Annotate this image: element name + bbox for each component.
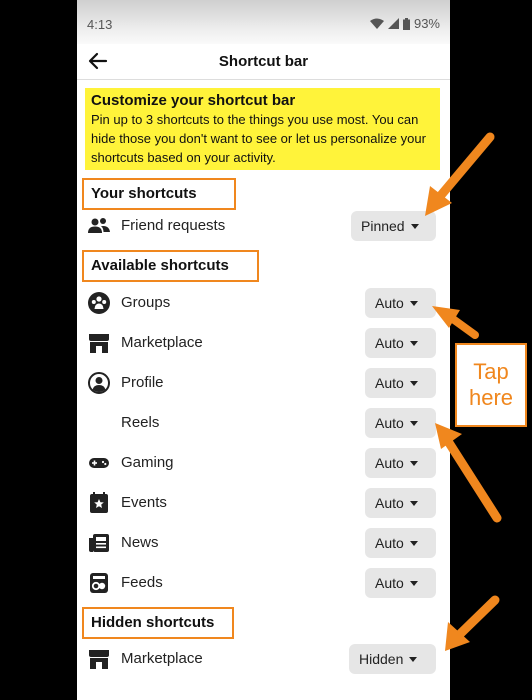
battery-icon bbox=[402, 17, 410, 30]
caret-down-icon bbox=[410, 223, 419, 229]
dropdown-value: Auto bbox=[375, 295, 404, 311]
caret-down-icon bbox=[409, 420, 418, 426]
news-icon bbox=[89, 534, 109, 552]
caret-down-icon bbox=[409, 540, 418, 546]
shortcut-state-dropdown[interactable]: Auto bbox=[365, 288, 436, 318]
shortcut-state-dropdown[interactable]: Auto bbox=[365, 328, 436, 358]
shortcut-row-marketplace: Marketplace Auto bbox=[77, 323, 450, 363]
shortcut-state-dropdown[interactable]: Pinned bbox=[351, 211, 436, 241]
shortcut-row-events: Events Auto bbox=[77, 483, 450, 523]
shortcut-row-gaming: Gaming Auto bbox=[77, 443, 450, 483]
shortcut-row-profile: Profile Auto bbox=[77, 363, 450, 403]
dropdown-value: Pinned bbox=[361, 218, 405, 234]
shortcut-label: News bbox=[121, 534, 159, 551]
dropdown-value: Auto bbox=[375, 415, 404, 431]
tap-here-callout: Tap here bbox=[455, 343, 527, 427]
dropdown-value: Auto bbox=[375, 375, 404, 391]
status-bar: 4:13 93% bbox=[77, 0, 450, 44]
status-time: 4:13 bbox=[87, 17, 113, 32]
shortcut-state-dropdown[interactable]: Auto bbox=[365, 368, 436, 398]
banner-title: Customize your shortcut bar bbox=[91, 92, 296, 109]
caret-down-icon bbox=[409, 460, 418, 466]
shortcut-state-dropdown[interactable]: Auto bbox=[365, 488, 436, 518]
shortcut-row-news: News Auto bbox=[77, 523, 450, 563]
info-banner: Customize your shortcut bar Pin up to 3 … bbox=[85, 88, 440, 170]
gaming-icon bbox=[89, 458, 109, 468]
shortcut-label: Profile bbox=[121, 374, 164, 391]
feeds-icon bbox=[90, 573, 108, 593]
shortcut-state-dropdown[interactable]: Auto bbox=[365, 568, 436, 598]
dropdown-value: Auto bbox=[375, 495, 404, 511]
shortcut-row-reels: Reels Auto bbox=[77, 403, 450, 443]
profile-icon bbox=[88, 372, 110, 394]
dropdown-value: Auto bbox=[375, 455, 404, 471]
friends-icon bbox=[88, 218, 110, 233]
events-icon bbox=[90, 492, 108, 513]
groups-icon bbox=[88, 292, 110, 314]
caret-down-icon bbox=[409, 500, 418, 506]
dropdown-value: Auto bbox=[375, 575, 404, 591]
banner-body: Pin up to 3 shortcuts to the things you … bbox=[91, 112, 426, 165]
caret-down-icon bbox=[409, 300, 418, 306]
shortcut-row-groups: Groups Auto bbox=[77, 283, 450, 323]
marketplace-icon bbox=[89, 650, 109, 669]
arrow-to-hidden bbox=[445, 595, 500, 651]
shortcut-label: Events bbox=[121, 494, 167, 511]
shortcut-state-dropdown[interactable]: Hidden bbox=[349, 644, 436, 674]
page-title: Shortcut bar bbox=[218, 53, 309, 70]
shortcut-row-friend-requests: Friend requests Pinned bbox=[77, 206, 450, 246]
wifi-icon bbox=[369, 18, 384, 29]
caret-down-icon bbox=[409, 580, 418, 586]
section-hidden-shortcuts: Hidden shortcuts bbox=[82, 607, 234, 639]
shortcut-label: Marketplace bbox=[121, 334, 203, 351]
callout-line-1: Tap bbox=[473, 359, 509, 384]
app-header: Shortcut bar bbox=[77, 44, 450, 80]
caret-down-icon bbox=[409, 340, 418, 346]
shortcut-state-dropdown[interactable]: Auto bbox=[365, 408, 436, 438]
shortcut-label: Marketplace bbox=[121, 650, 203, 667]
dropdown-value: Auto bbox=[375, 335, 404, 351]
section-available-shortcuts: Available shortcuts bbox=[82, 250, 259, 282]
shortcut-label: Feeds bbox=[121, 574, 163, 591]
shortcut-label: Friend requests bbox=[121, 217, 226, 234]
shortcut-label: Gaming bbox=[121, 454, 174, 471]
shortcut-label: Groups bbox=[121, 294, 171, 311]
shortcut-state-dropdown[interactable]: Auto bbox=[365, 528, 436, 558]
dropdown-value: Hidden bbox=[359, 651, 404, 667]
shortcut-label: Reels bbox=[121, 414, 160, 431]
caret-down-icon bbox=[409, 380, 418, 386]
shortcut-row-feeds: Feeds Auto bbox=[77, 563, 450, 603]
signal-icon bbox=[387, 18, 399, 29]
phone-screen: 4:13 93% Shortcut bar Customize your sho… bbox=[77, 0, 450, 700]
caret-down-icon bbox=[409, 656, 418, 662]
dropdown-value: Auto bbox=[375, 535, 404, 551]
status-icons: 93% bbox=[369, 16, 440, 31]
shortcut-row-marketplace-hidden: Marketplace Hidden bbox=[77, 639, 450, 679]
callout-line-2: here bbox=[468, 385, 514, 410]
battery-level: 93% bbox=[413, 16, 440, 31]
marketplace-icon bbox=[89, 334, 109, 353]
shortcut-state-dropdown[interactable]: Auto bbox=[365, 448, 436, 478]
